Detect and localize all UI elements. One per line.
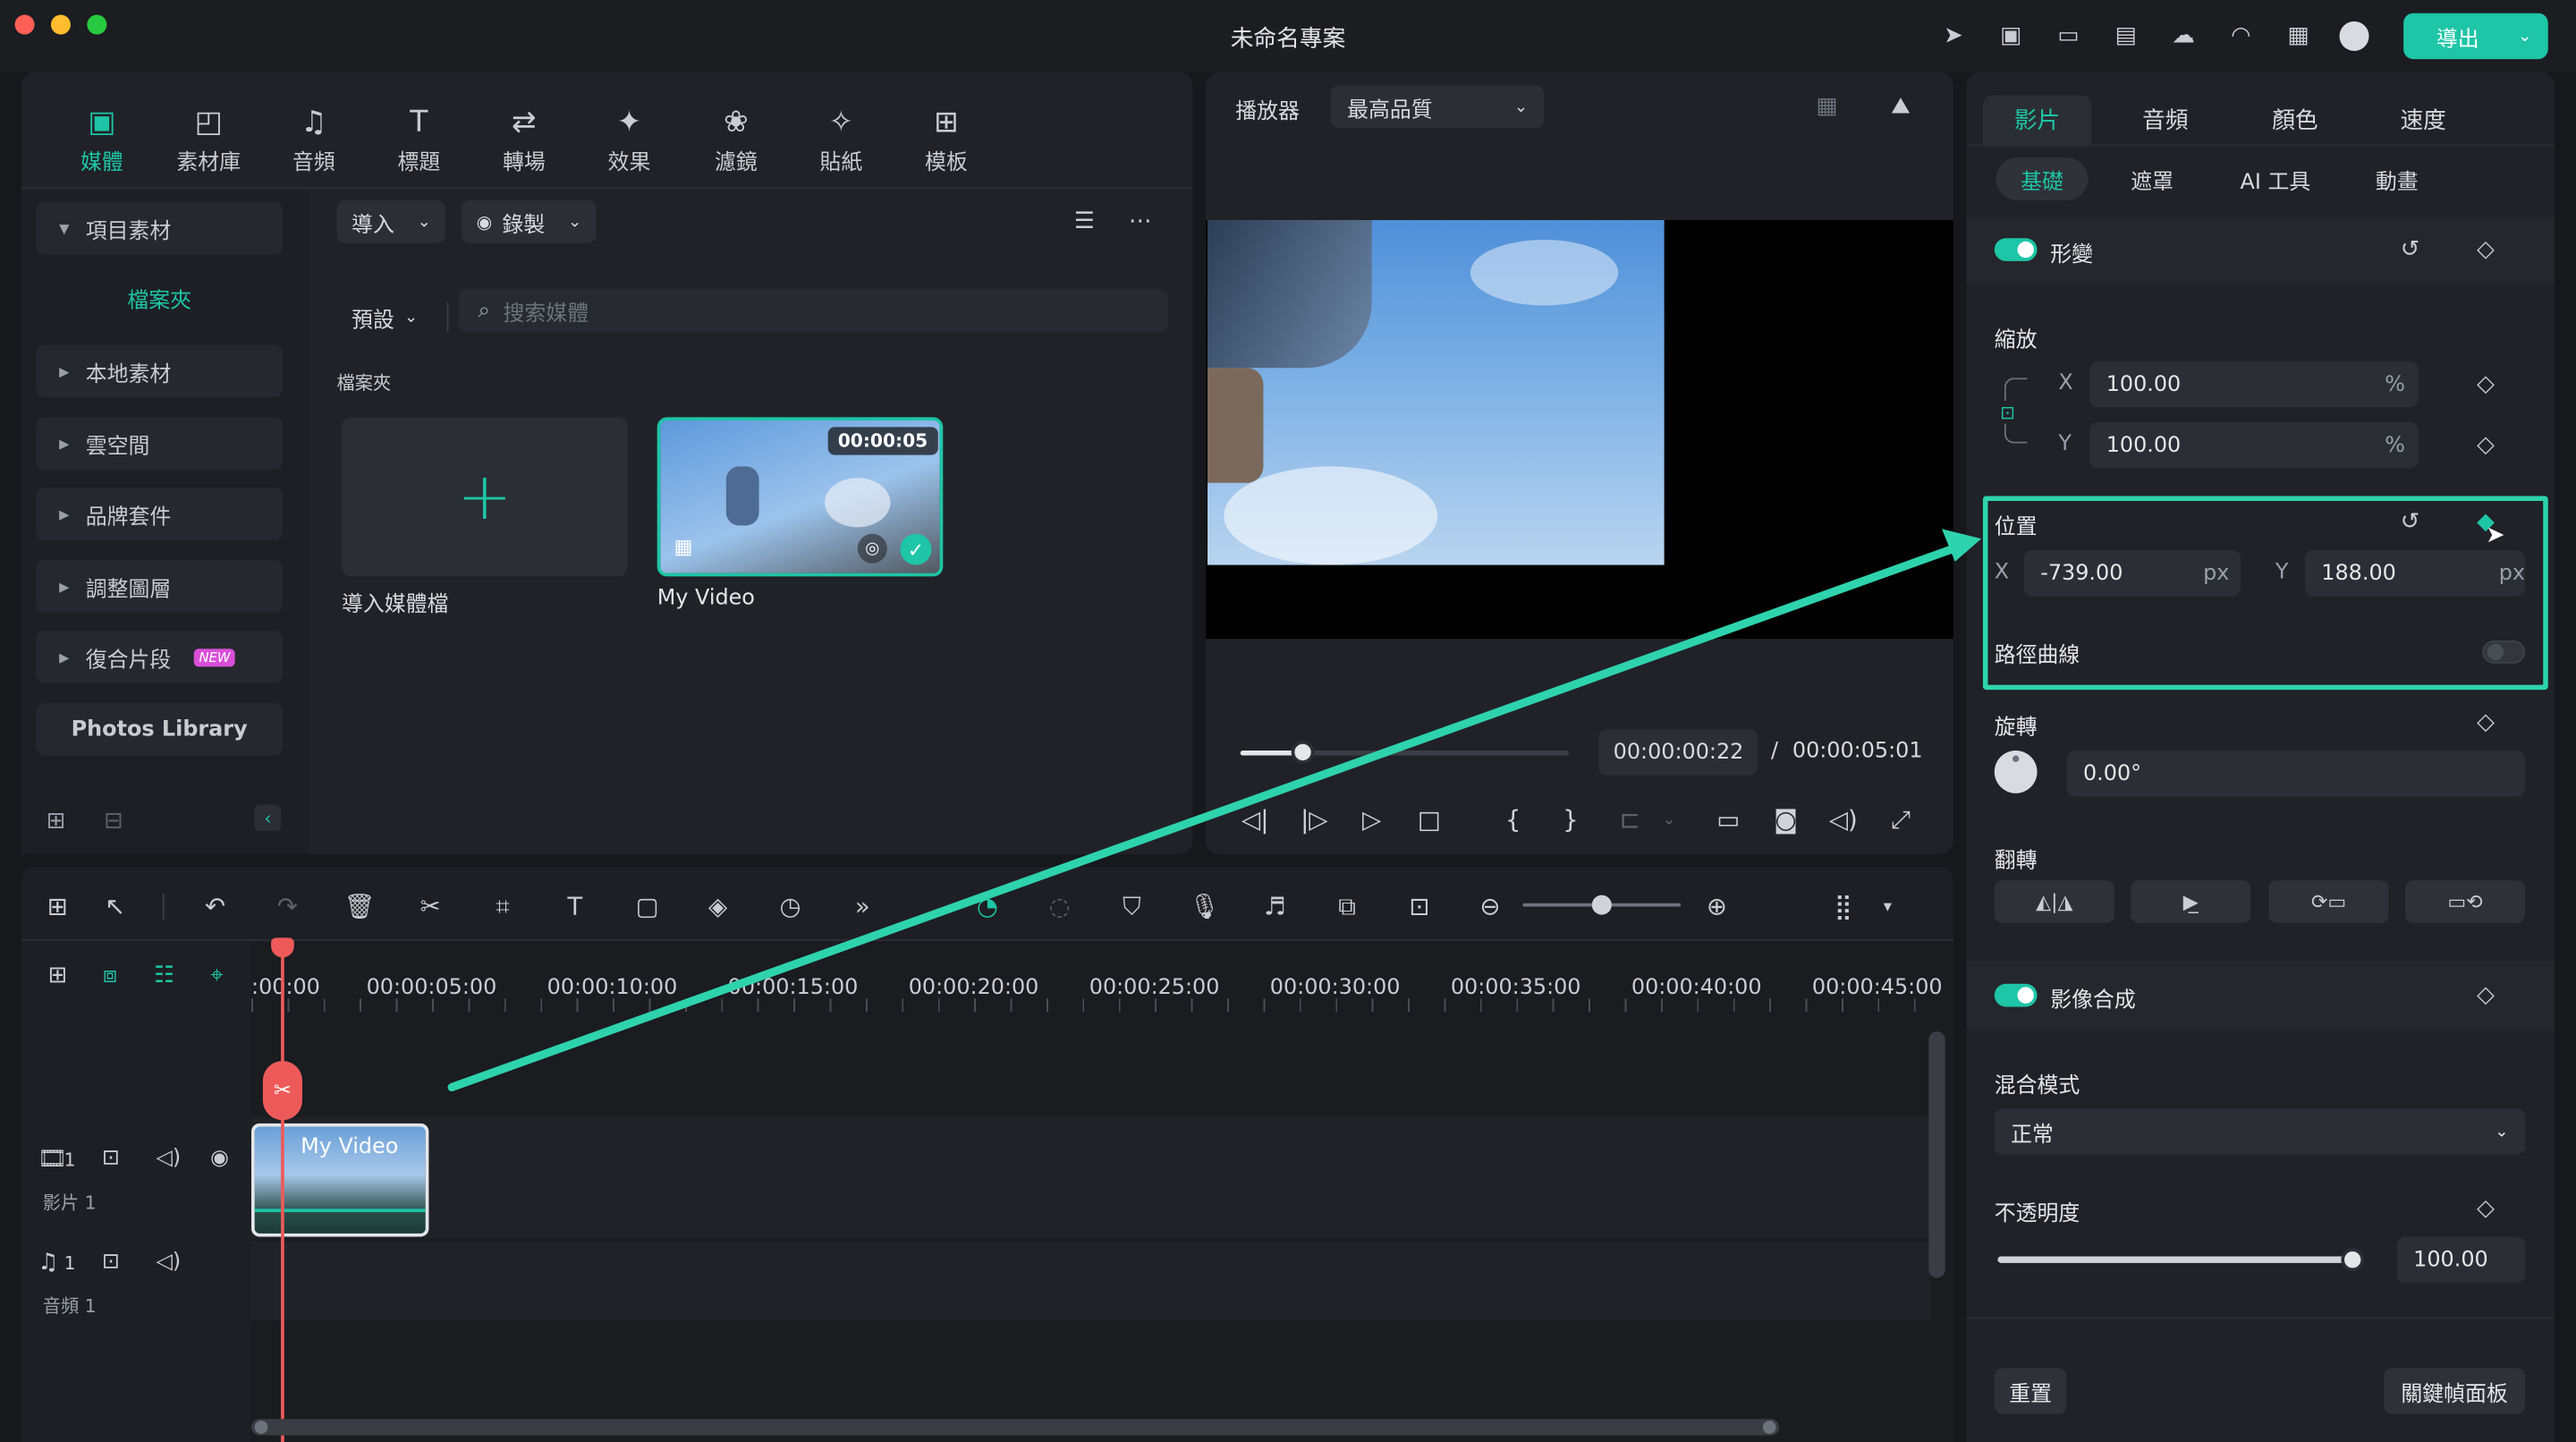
annotation-arrow [447, 529, 1982, 1092]
app-window: 未命名專案 ➤ ▣ ▭ ▤ ☁ ◠ ▦ 導出 ⌄ ▣ 媒體 ◰ 素材庫 ♫ 音頻 T標… [0, 0, 2576, 1442]
arrow-line [447, 542, 1962, 1092]
arrow-head [1942, 529, 1982, 562]
